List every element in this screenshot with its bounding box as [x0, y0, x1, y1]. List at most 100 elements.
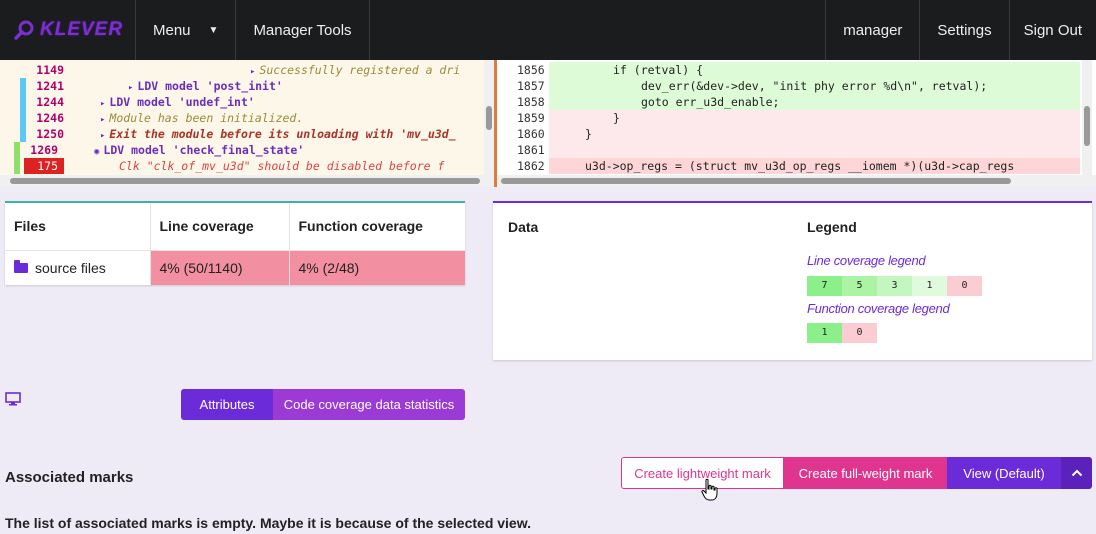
legend-cell: 0: [842, 323, 877, 343]
source-line-code[interactable]: dev_err(&dev->dev, "init phy error %d\n"…: [549, 78, 1080, 94]
marks-actions: Create lightweight mark Create full-weig…: [621, 457, 1092, 489]
expand-triangle-icon[interactable]: ▸: [100, 99, 105, 109]
error-trace-hscroll[interactable]: [0, 175, 494, 187]
trace-row[interactable]: 175 Clk "clk_of_mv_u3d" should be disable…: [0, 158, 484, 174]
table-row[interactable]: source files 4% (50/1140) 4% (2/48): [5, 250, 465, 285]
trace-line-text[interactable]: ▸ Module has been initialized.: [70, 110, 303, 126]
source-line-code[interactable]: }: [549, 110, 1080, 126]
source-vscroll[interactable]: [1082, 60, 1092, 175]
source-line-number[interactable]: 1857: [497, 78, 549, 94]
source-line-number[interactable]: 1861: [497, 142, 549, 158]
legend-cell: 1: [807, 323, 842, 343]
trace-model-text: LDV model 'undef_int': [109, 95, 255, 109]
trace-exit-text: Exit the module before its unloading wit…: [109, 127, 456, 141]
trace-line-number[interactable]: 1250: [30, 126, 70, 142]
source-row[interactable]: 1857 dev_err(&dev->dev, "init phy error %…: [497, 78, 1080, 94]
error-trace-vscroll[interactable]: [484, 60, 494, 175]
trace-line-text[interactable]: ▸ Successfully registered a dri: [70, 62, 460, 78]
source-row[interactable]: 1859}: [497, 110, 1080, 126]
trace-row[interactable]: 1149 ▸ Successfully registered a dri: [0, 62, 484, 78]
trace-line-number[interactable]: 1269: [24, 142, 64, 158]
trace-line-text[interactable]: Clk "clk_of_mv_u3d" should be disabled b…: [64, 158, 444, 174]
source-row[interactable]: 1861: [497, 142, 1080, 158]
source-line-code[interactable]: goto err_u3d_enable;: [549, 94, 1080, 110]
marks-empty-message: The list of associated marks is empty. M…: [5, 515, 531, 531]
trace-coverage-bar: [14, 158, 24, 174]
create-fullweight-mark-button[interactable]: Create full-weight mark: [784, 457, 947, 489]
trace-line-text[interactable]: ◉ LDV model 'check_final_state': [64, 142, 304, 158]
view-selector-button[interactable]: View (Default): [947, 457, 1061, 489]
source-line-number[interactable]: 1862: [497, 158, 549, 174]
hscroll-thumb[interactable]: [501, 178, 1011, 184]
caret-down-icon: ▼: [208, 24, 219, 36]
data-header: Data: [508, 219, 539, 235]
line-coverage-header: Line coverage: [150, 203, 290, 251]
manager-tools-link[interactable]: Manager Tools: [236, 0, 370, 60]
source-row[interactable]: 1860}: [497, 126, 1080, 142]
tab-attributes[interactable]: Attributes: [181, 389, 273, 420]
trace-note-text: Module has been initialized.: [109, 111, 304, 125]
trace-line-number[interactable]: 1246: [30, 110, 70, 126]
source-line-code[interactable]: u3d->op_regs = (struct mv_u3d_op_regs __…: [549, 158, 1080, 174]
manager-tools-label: Manager Tools: [253, 21, 352, 39]
trace-model-text: LDV model 'post_init': [137, 79, 283, 93]
line-coverage-legend: 75310: [807, 276, 982, 296]
trace-row[interactable]: 1241 ▸ LDV model 'post_init': [0, 78, 484, 94]
trace-row[interactable]: 1244 ▸ LDV model 'undef_int': [0, 94, 484, 110]
trace-line-number[interactable]: 175: [24, 158, 64, 174]
trace-line-number[interactable]: 1149: [30, 62, 70, 78]
vscroll-thumb[interactable]: [1084, 106, 1090, 146]
source-row[interactable]: 1858 goto err_u3d_enable;: [497, 94, 1080, 110]
legend-cell: 3: [877, 276, 912, 296]
source-code-pane[interactable]: 1856 if (retval) {1857 dev_err(&dev->dev, …: [497, 60, 1096, 187]
source-row[interactable]: 1856 if (retval) {: [497, 62, 1080, 78]
trace-coverage-bar: [20, 110, 30, 126]
user-link[interactable]: manager: [825, 0, 919, 60]
expand-triangle-icon[interactable]: ▸: [100, 131, 105, 141]
trace-line-number[interactable]: 1241: [30, 78, 70, 94]
top-navbar: KLEVER Menu ▼ Manager Tools manager Sett…: [0, 0, 1096, 60]
hscroll-thumb[interactable]: [10, 178, 480, 184]
expand-triangle-icon[interactable]: ▸: [100, 115, 105, 125]
trace-line-text[interactable]: ▸ LDV model 'undef_int': [70, 94, 255, 110]
menu-dropdown[interactable]: Menu ▼: [136, 0, 237, 60]
trace-line-number[interactable]: 1244: [30, 94, 70, 110]
sign-out-link[interactable]: Sign Out: [1008, 0, 1096, 60]
file-name-cell[interactable]: source files: [5, 250, 151, 285]
trace-error-text: Clk "clk_of_mv_u3d" should be disabled b…: [119, 159, 445, 173]
function-coverage-header: Function coverage: [289, 203, 465, 251]
associated-marks-title: Associated marks: [5, 469, 134, 486]
logo[interactable]: KLEVER: [0, 0, 136, 60]
source-row[interactable]: 1862 u3d->op_regs = (struct mv_u3d_op_reg…: [497, 158, 1080, 174]
monitor-icon[interactable]: [5, 392, 21, 406]
expand-triangle-icon[interactable]: ▸: [250, 67, 255, 77]
source-line-number[interactable]: 1856: [497, 62, 549, 78]
source-line-number[interactable]: 1858: [497, 94, 549, 110]
line-coverage-legend-title: Line coverage legend: [807, 253, 926, 268]
source-line-number[interactable]: 1860: [497, 126, 549, 142]
source-line-code[interactable]: if (retval) {: [549, 62, 1080, 78]
source-line-code[interactable]: [549, 142, 1080, 158]
source-line-code[interactable]: }: [549, 126, 1080, 142]
trace-row[interactable]: 1269 ◉ LDV model 'check_final_state': [0, 142, 484, 158]
tab-code-coverage-statistics[interactable]: Code coverage data statistics: [273, 389, 465, 420]
function-coverage-legend-title: Function coverage legend: [807, 301, 950, 316]
trace-coverage-bar: [20, 94, 30, 110]
view-toggle-button[interactable]: [1061, 457, 1092, 489]
eye-icon[interactable]: ◉: [94, 147, 99, 157]
expand-triangle-icon[interactable]: ▸: [128, 83, 133, 93]
trace-line-text[interactable]: ▸ LDV model 'post_init': [70, 78, 283, 94]
source-hscroll[interactable]: [497, 175, 1096, 187]
source-line-number[interactable]: 1859: [497, 110, 549, 126]
trace-note-text: Successfully registered a dri: [259, 63, 461, 77]
files-coverage-card: Files Line coverage Function coverage so…: [5, 201, 465, 285]
trace-row[interactable]: 1250 ▸ Exit the module before its unloadin…: [0, 126, 484, 142]
line-coverage-cell: 4% (50/1140): [150, 250, 290, 285]
legend-cell: 7: [807, 276, 842, 296]
trace-line-text[interactable]: ▸ Exit the module before its unloading wi…: [70, 126, 456, 142]
settings-link[interactable]: Settings: [919, 0, 1008, 60]
vscroll-thumb[interactable]: [486, 106, 492, 130]
legend-cell: 1: [912, 276, 947, 296]
trace-row[interactable]: 1246 ▸ Module has been initialized.: [0, 110, 484, 126]
error-trace-pane[interactable]: 1149 ▸ Successfully registered a dri 1241 ▸ L…: [0, 60, 494, 187]
